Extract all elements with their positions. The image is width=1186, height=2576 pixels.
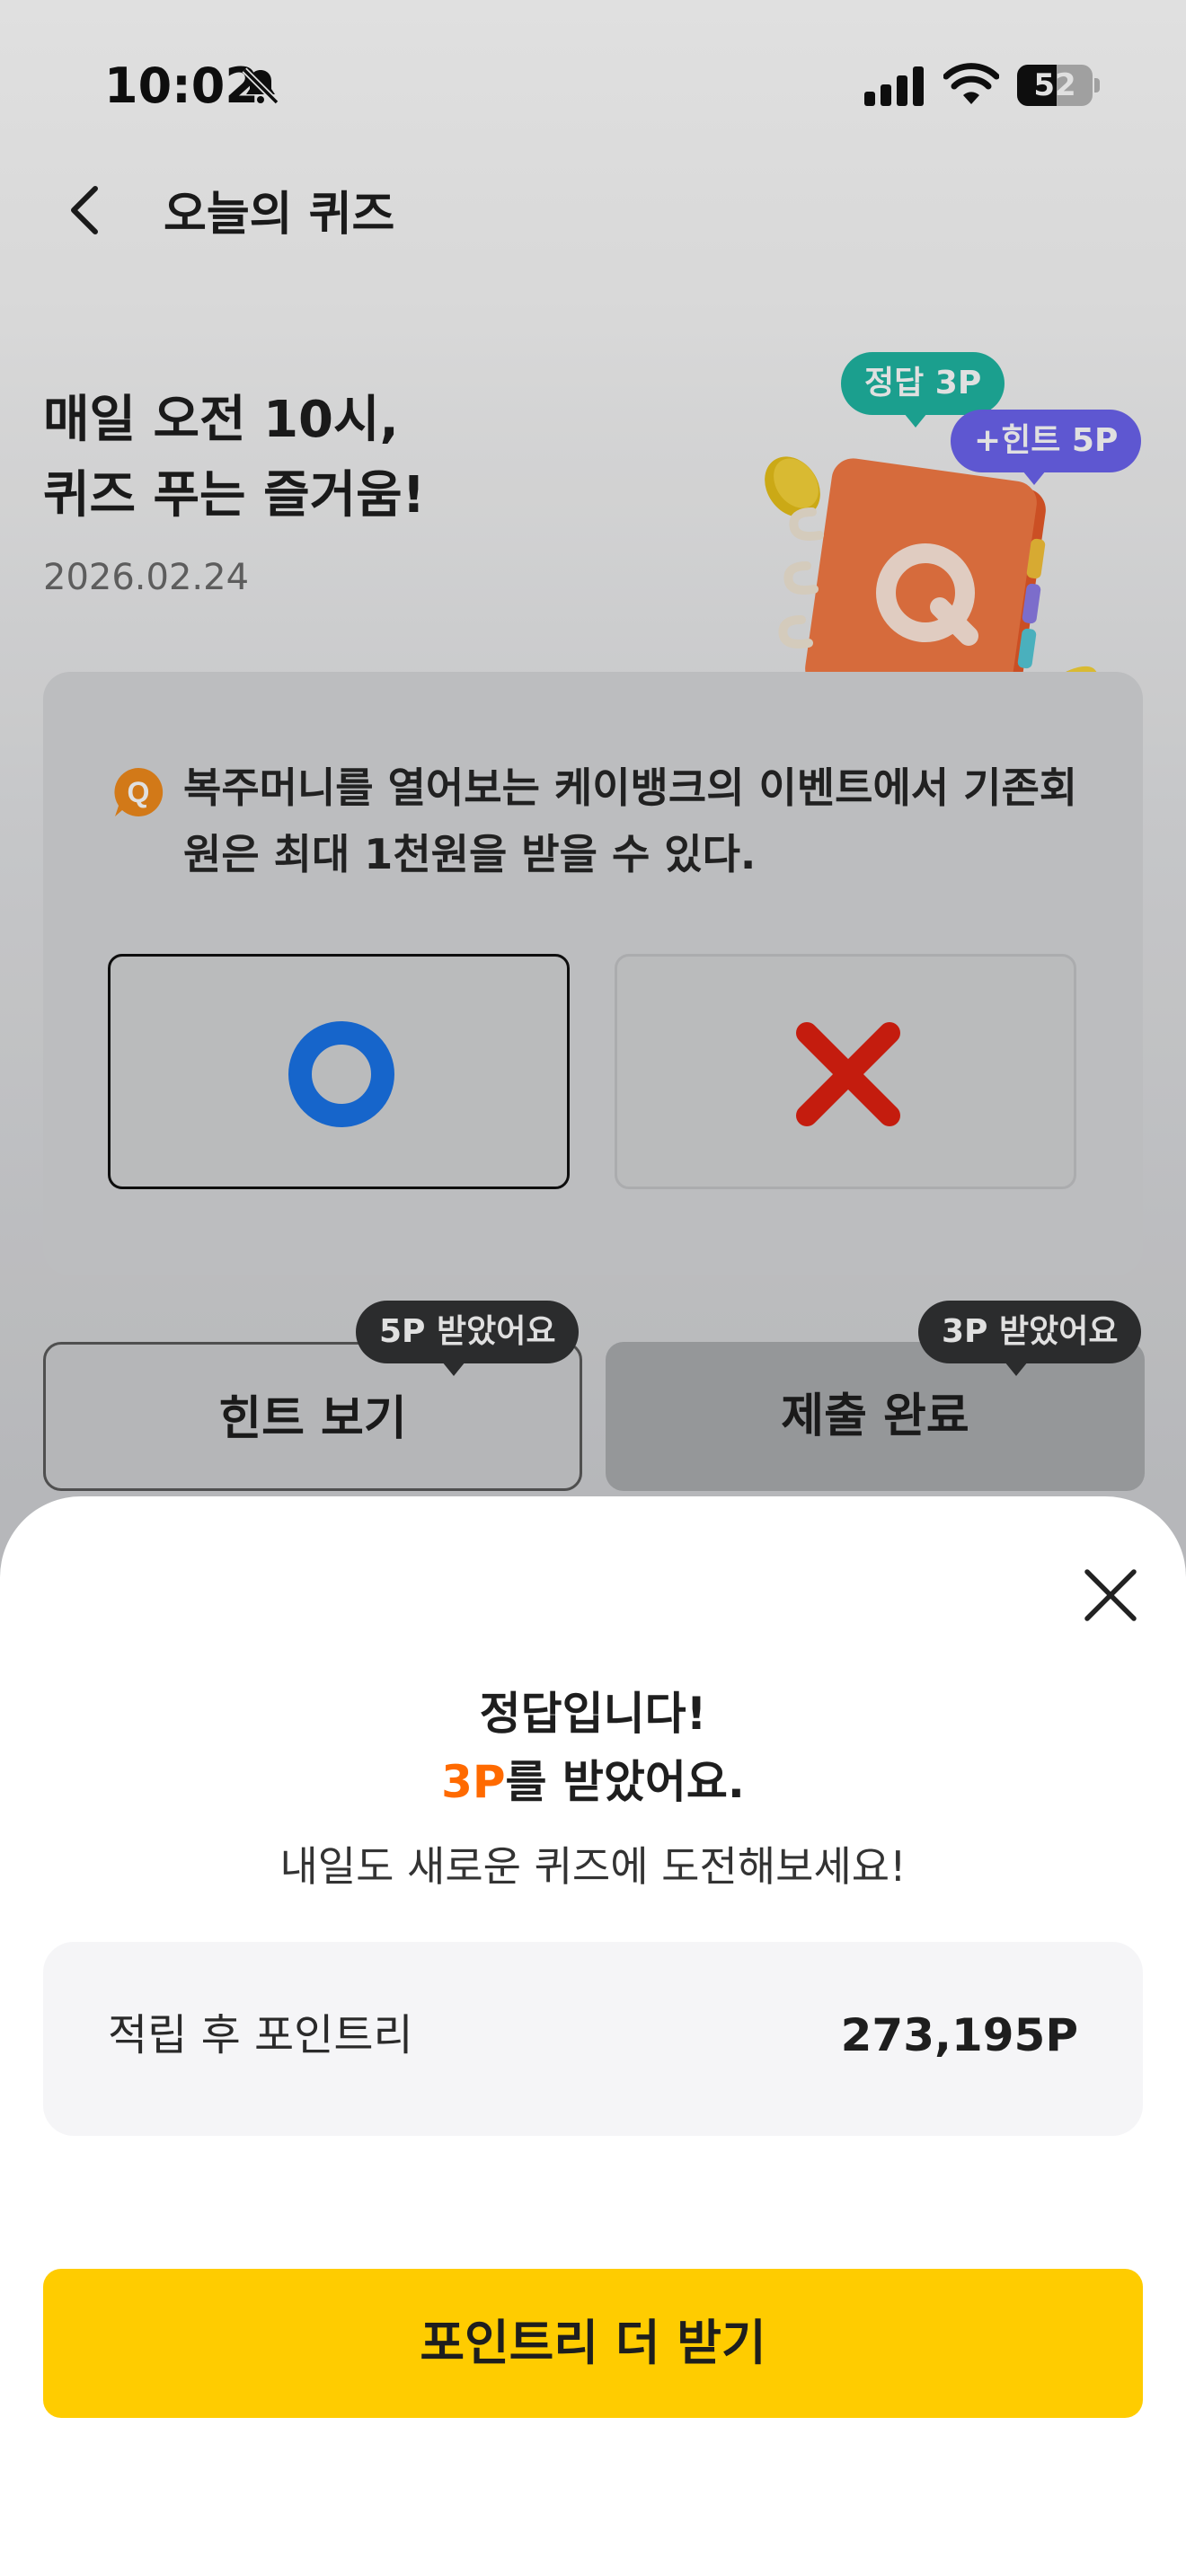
close-icon[interactable] xyxy=(1075,1559,1146,1631)
points-total-value: 273,195P xyxy=(840,2009,1078,2061)
result-points-line: 3P를 받았어요. xyxy=(0,1748,1186,1816)
result-points: 3P xyxy=(441,1756,506,1808)
result-description: 내일도 새로운 퀴즈에 도전해보세요! xyxy=(279,1842,907,1891)
get-more-points-button[interactable]: 포인트리 더 받기 xyxy=(43,2269,1143,2418)
result-title: 정답입니다! xyxy=(479,1688,707,1740)
points-total-label: 적립 후 포인트리 xyxy=(108,2010,413,2060)
result-points-suffix: 를 받았어요. xyxy=(505,1756,745,1808)
